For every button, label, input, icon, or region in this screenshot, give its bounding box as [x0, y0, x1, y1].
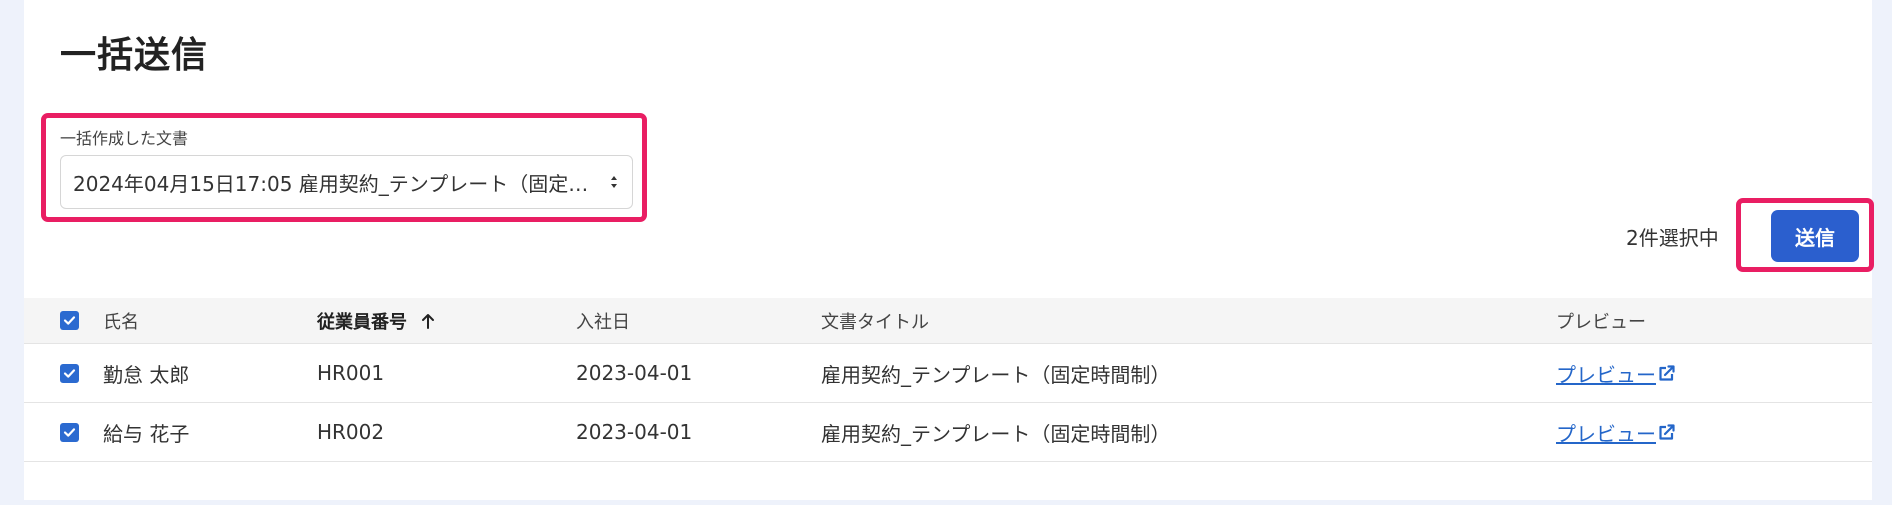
- table-row: 勤怠 太郎 HR001 2023-04-01 雇用契約_テンプレート（固定時間制…: [24, 344, 1872, 403]
- cell-name: 勤怠 太郎: [103, 362, 190, 387]
- send-button[interactable]: 送信: [1771, 210, 1859, 262]
- cell-preview: プレビュー: [1556, 403, 1676, 461]
- preview-link[interactable]: プレビュー: [1556, 359, 1676, 388]
- header-document-title: 文書タイトル: [821, 311, 929, 333]
- table-row: 給与 花子 HR002 2023-04-01 雇用契約_テンプレート（固定時間制…: [24, 403, 1872, 462]
- arrow-up-icon: [421, 313, 435, 329]
- checkmark-icon: [63, 316, 76, 325]
- external-link-icon: [1658, 364, 1676, 382]
- cell-hire-date: 2023-04-01: [576, 361, 693, 385]
- row-checkbox-cell: [60, 403, 79, 461]
- preview-link[interactable]: プレビュー: [1556, 418, 1676, 447]
- cell-name: 給与 花子: [103, 421, 190, 446]
- cell-hire-date: 2023-04-01: [576, 420, 693, 444]
- select-all-checkbox[interactable]: [60, 311, 79, 330]
- external-link-icon: [1658, 423, 1676, 441]
- document-select-label: 一括作成した文書: [60, 129, 189, 148]
- cell-employee-number: HR001: [317, 361, 385, 385]
- selection-count: 2件選択中: [1626, 226, 1719, 250]
- page-title: 一括送信: [60, 35, 209, 76]
- document-select-value: 2024年04月15日17:05 雇用契約_テンプレート（固定…: [73, 171, 589, 196]
- select-arrows-icon: [608, 172, 620, 192]
- header-name: 氏名: [103, 311, 139, 333]
- checkmark-icon: [63, 368, 76, 378]
- cell-preview: プレビュー: [1556, 344, 1676, 402]
- row-checkbox[interactable]: [60, 422, 79, 442]
- row-checkbox-cell: [60, 344, 79, 402]
- employee-table: 氏名 従業員番号 入社日 文書タイトル プレビュー 勤怠 太郎 HR001 20…: [24, 298, 1872, 462]
- cell-document-title: 雇用契約_テンプレート（固定時間制）: [821, 421, 1171, 446]
- preview-link-label: プレビュー: [1556, 362, 1656, 387]
- cell-document-title: 雇用契約_テンプレート（固定時間制）: [821, 362, 1171, 387]
- select-all-cell: [60, 298, 79, 343]
- header-employee-number[interactable]: 従業員番号: [317, 298, 435, 343]
- main-panel: 一括送信 一括作成した文書 2024年04月15日17:05 雇用契約_テンプレ…: [24, 0, 1874, 500]
- checkmark-icon: [63, 427, 76, 437]
- table-header-row: 氏名 従業員番号 入社日 文書タイトル プレビュー: [24, 298, 1872, 344]
- header-preview: プレビュー: [1556, 311, 1646, 333]
- header-employee-number-label: 従業員番号: [317, 311, 407, 333]
- row-checkbox[interactable]: [60, 363, 79, 383]
- document-select[interactable]: 2024年04月15日17:05 雇用契約_テンプレート（固定…: [60, 155, 633, 209]
- preview-link-label: プレビュー: [1556, 421, 1656, 446]
- header-hire-date: 入社日: [576, 311, 630, 333]
- cell-employee-number: HR002: [317, 420, 385, 444]
